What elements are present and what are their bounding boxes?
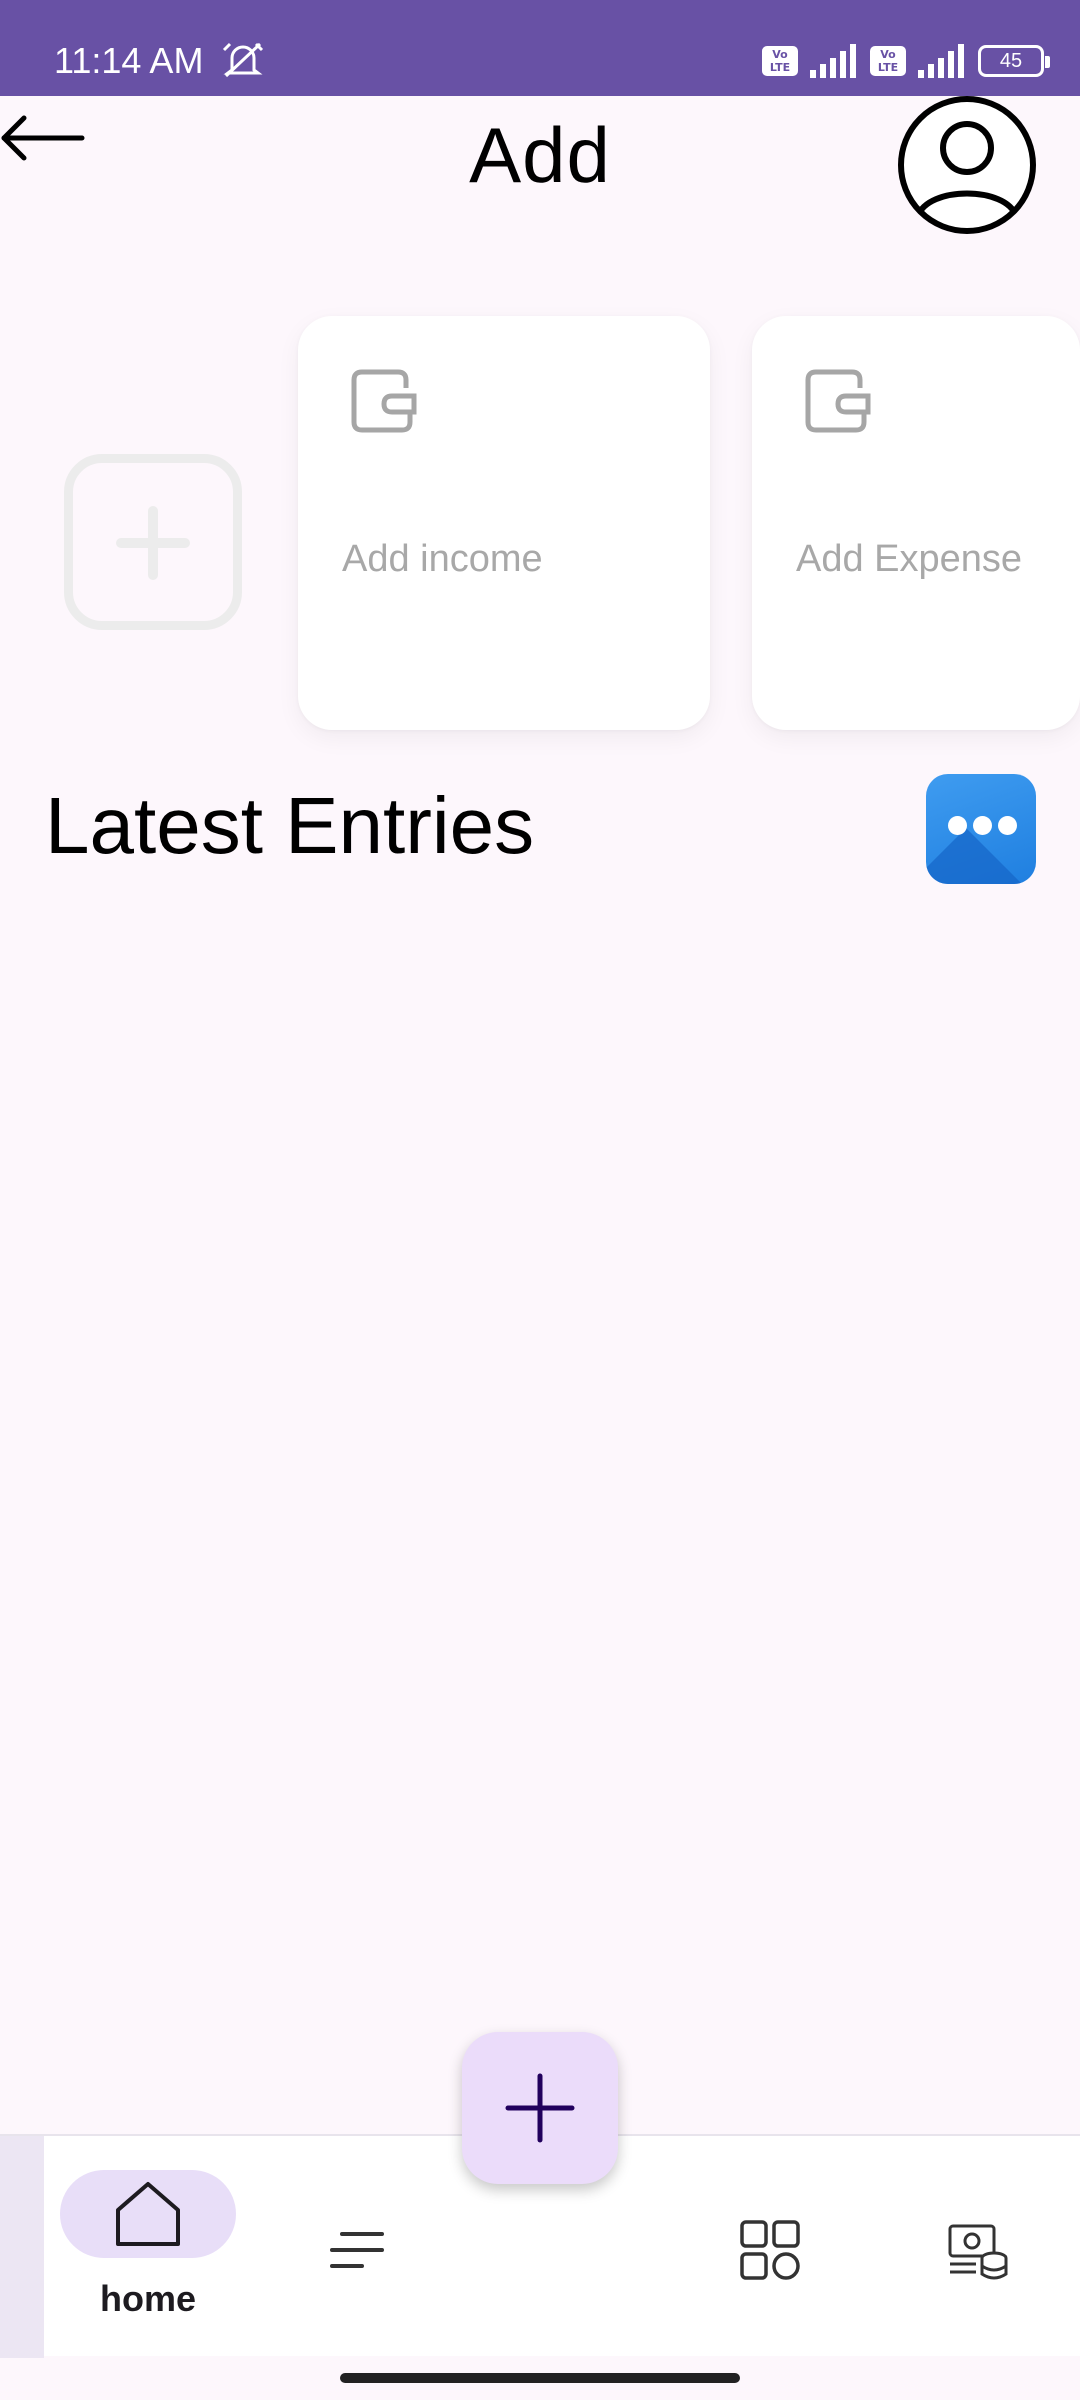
add-income-label: Add income: [342, 538, 543, 580]
wallet-icon: [805, 369, 871, 433]
home-icon: [116, 2182, 180, 2246]
more-button-shadow: [926, 828, 1036, 884]
plus-icon: [505, 2073, 575, 2143]
grid-icon[interactable]: [738, 2218, 802, 2282]
add-income-card[interactable]: Add income: [298, 316, 710, 730]
volte-badge-2: Vo LTE: [870, 46, 906, 76]
volte-badge: Vo LTE: [762, 46, 798, 76]
wallet-icon: [351, 369, 417, 433]
signal-icon: [810, 44, 856, 78]
add-expense-card[interactable]: Add Expense: [752, 316, 1080, 730]
more-options-button[interactable]: [926, 774, 1036, 884]
money-icon[interactable]: [946, 2218, 1010, 2282]
alarm-off-icon: [222, 42, 264, 78]
add-entry-fab[interactable]: [462, 2032, 618, 2184]
gesture-home-indicator[interactable]: [340, 2373, 740, 2383]
nav-left-strip: [0, 2136, 44, 2358]
status-bar: 11:14 AM Vo LTE Vo LTE 45: [0, 0, 1080, 96]
more-icon: [948, 816, 1017, 835]
add-expense-label: Add Expense: [796, 538, 1023, 580]
status-time: 11:14 AM: [54, 40, 204, 81]
nav-home-label: home: [99, 2278, 196, 2319]
battery-indicator: 45: [978, 45, 1050, 77]
plus-icon: [116, 506, 190, 580]
nav-item-home[interactable]: home: [60, 2170, 236, 2319]
add-category-button[interactable]: [64, 454, 242, 630]
status-icons: Vo LTE Vo LTE 45: [762, 44, 1050, 78]
signal-icon-2: [918, 44, 964, 78]
profile-icon[interactable]: [896, 94, 1038, 236]
menu-lines-icon[interactable]: [326, 2218, 390, 2282]
latest-entries-heading: Latest Entries: [45, 781, 535, 870]
